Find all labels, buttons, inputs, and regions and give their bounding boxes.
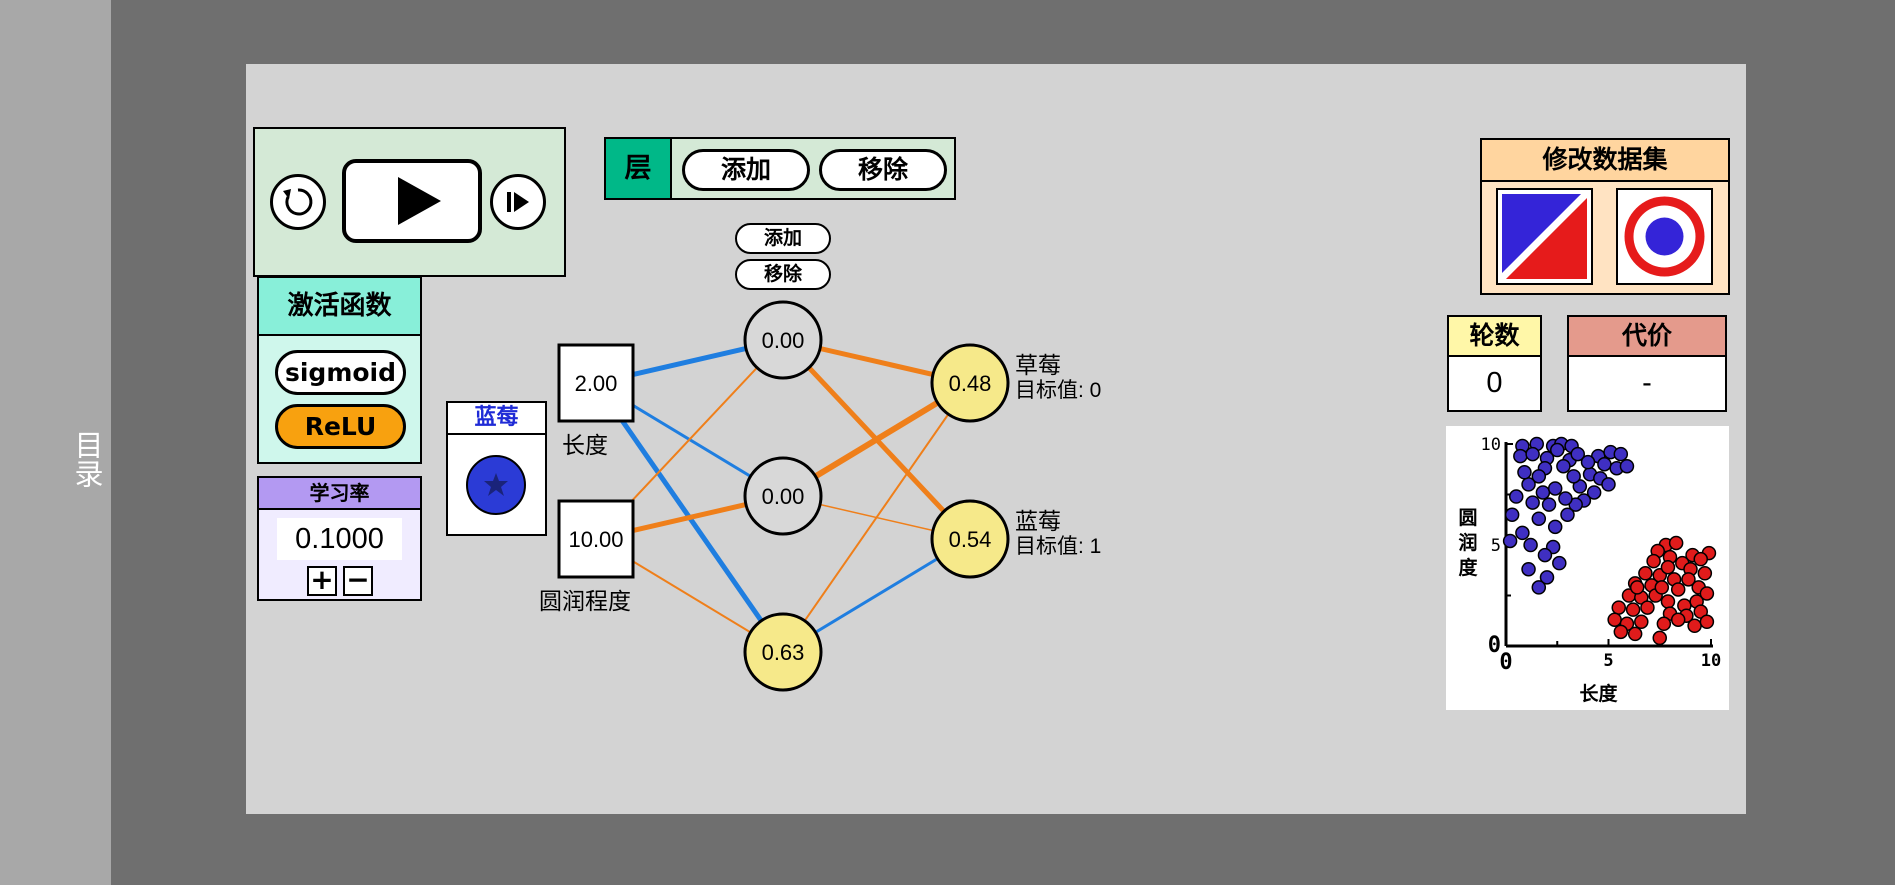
data-point	[1541, 497, 1557, 512]
data-point	[1523, 537, 1538, 553]
neuron-value: 0.54	[949, 527, 992, 552]
data-point	[1560, 507, 1575, 522]
cost-value: -	[1642, 367, 1652, 399]
input-node[interactable]: 10.00	[557, 499, 635, 579]
data-point	[1611, 600, 1626, 615]
data-point	[1660, 559, 1676, 575]
data-point	[1525, 446, 1540, 462]
data-point	[1681, 572, 1696, 587]
epoch-title: 轮数	[1449, 317, 1540, 357]
data-point	[1652, 630, 1667, 646]
cost-title: 代价	[1569, 317, 1725, 357]
input-node[interactable]: 2.00	[557, 343, 635, 423]
playground-stage: 层 添加 移除 添加 移除 激活函数 sigmoid ReLU 学习率 0.10…	[246, 64, 1746, 814]
data-point	[1625, 602, 1641, 617]
y-axis-label: 润	[1458, 531, 1477, 554]
data-point	[1607, 612, 1622, 627]
data-point	[1619, 458, 1635, 474]
dataset-option-ring[interactable]	[1616, 188, 1713, 285]
y-axis-label: 圆	[1458, 507, 1477, 529]
input-value: 10.00	[568, 527, 623, 552]
output-neuron: 0.54	[930, 499, 1010, 579]
data-point	[1687, 618, 1702, 634]
output-target: 目标值: 0	[1015, 379, 1102, 402]
input-label: 圆润程度	[539, 589, 631, 615]
data-point	[1697, 566, 1713, 581]
y-tick-label: 0	[1488, 633, 1501, 658]
output-neuron: 0.48	[930, 343, 1010, 423]
data-point	[1531, 511, 1547, 526]
data-point	[1580, 454, 1596, 470]
sidebar: 目录	[0, 0, 111, 885]
data-point	[1558, 491, 1573, 506]
y-axis-label: 度	[1458, 556, 1478, 579]
data-point	[1531, 580, 1547, 595]
hidden-neuron: 0.63	[743, 612, 823, 692]
data-point	[1547, 519, 1563, 535]
data-point	[1552, 555, 1567, 571]
input-value: 2.00	[575, 371, 618, 396]
data-point	[1693, 551, 1708, 567]
y-tick-label: 5	[1491, 536, 1501, 556]
toc-link[interactable]: 目录	[0, 430, 108, 488]
data-point	[1640, 600, 1655, 615]
data-point	[1566, 469, 1581, 484]
data-point	[1521, 561, 1536, 577]
data-point	[1670, 612, 1686, 627]
data-point	[1597, 456, 1612, 472]
dataset-title: 修改数据集	[1482, 140, 1728, 182]
neuron-value: 0.00	[762, 484, 805, 509]
ring-target-icon	[1624, 196, 1705, 277]
data-point	[1646, 553, 1661, 569]
dataset-chart: 0 5 10 0 5 10 长度 圆润度	[1446, 426, 1729, 710]
data-point	[1556, 458, 1571, 474]
data-point	[1613, 624, 1629, 640]
y-tick-label: 10	[1481, 435, 1501, 455]
epoch-panel: 轮数 0	[1447, 315, 1542, 412]
neuron-value: 0.63	[762, 640, 805, 665]
data-point	[1660, 594, 1676, 609]
data-point	[1638, 566, 1653, 581]
neuron-value: 0.00	[762, 328, 805, 353]
x-tick-label: 0	[1499, 650, 1512, 675]
data-point	[1521, 477, 1536, 492]
data-point	[1504, 507, 1520, 522]
data-point	[1509, 489, 1524, 504]
data-point	[1537, 547, 1553, 563]
neuron-value: 0.48	[949, 371, 992, 396]
data-point	[1613, 446, 1629, 462]
data-point	[1535, 485, 1551, 500]
x-axis-label: 长度	[1579, 682, 1618, 705]
hidden-neuron: 0.00	[743, 300, 823, 380]
data-point	[1547, 481, 1563, 496]
diagonal-split-icon	[1495, 187, 1593, 285]
data-point	[1513, 448, 1528, 464]
data-point	[1515, 525, 1530, 541]
output-target: 目标值: 1	[1015, 535, 1102, 558]
data-point	[1654, 580, 1670, 595]
dataset-panel: 修改数据集	[1480, 138, 1730, 295]
data-point	[1525, 495, 1540, 510]
data-point	[1517, 465, 1532, 480]
data-point	[1502, 533, 1518, 549]
dataset-option-split[interactable]	[1495, 187, 1593, 285]
data-point	[1670, 582, 1686, 597]
data-point	[1601, 477, 1616, 492]
data-point	[1627, 626, 1643, 642]
data-point	[1550, 442, 1565, 458]
x-tick-label: 10	[1701, 651, 1721, 671]
epoch-value: 0	[1486, 367, 1503, 399]
cost-panel: 代价 -	[1567, 315, 1727, 412]
data-point	[1629, 580, 1645, 595]
input-label: 长度	[562, 433, 608, 459]
x-tick-label: 5	[1603, 651, 1613, 671]
data-point	[1634, 614, 1649, 630]
data-point	[1699, 614, 1715, 630]
data-point	[1699, 586, 1715, 601]
data-point	[1656, 616, 1672, 632]
hidden-neuron: 0.00	[743, 456, 823, 536]
data-point	[1668, 535, 1684, 551]
